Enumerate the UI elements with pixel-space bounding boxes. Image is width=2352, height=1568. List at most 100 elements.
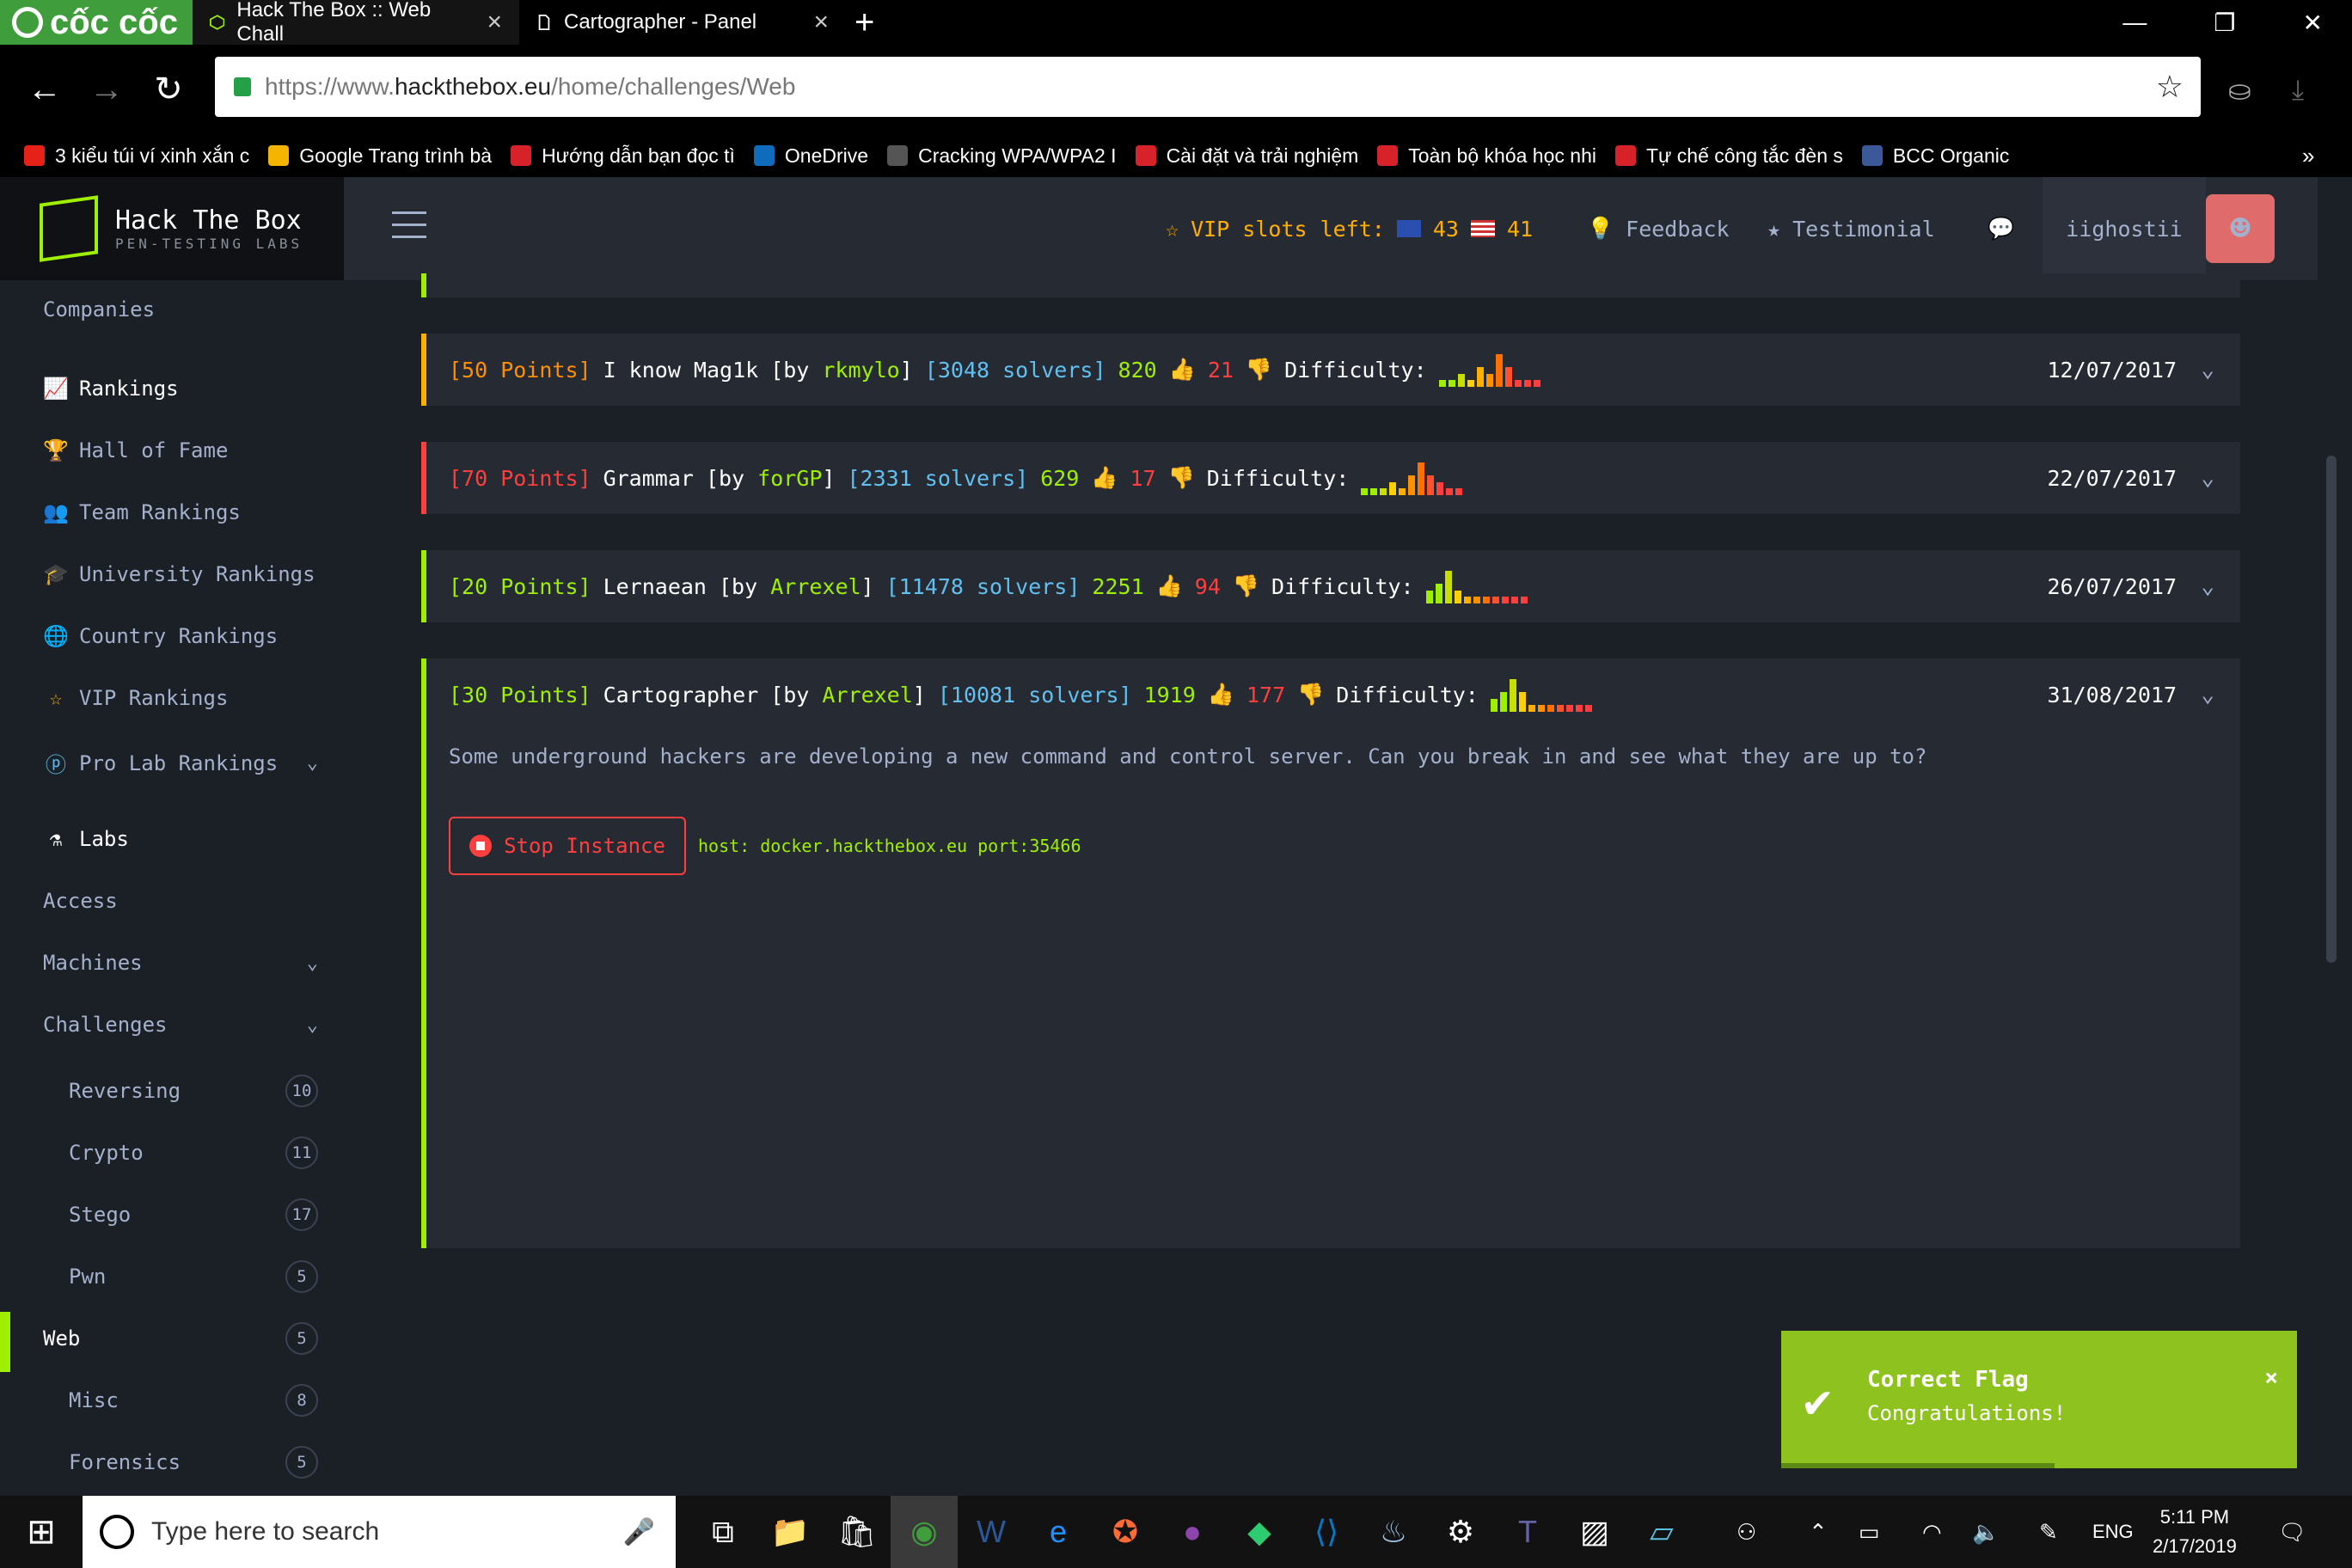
battery-icon[interactable]: ▭ <box>1859 1496 1880 1568</box>
thumbs-down-icon[interactable]: 👎 <box>1233 573 1259 599</box>
steam-icon[interactable]: ♨ <box>1360 1496 1427 1568</box>
challenge-author[interactable]: Arrexel <box>770 574 861 599</box>
avatar[interactable]: ☻ <box>2206 194 2275 263</box>
incognito-icon[interactable]: ⛀ <box>2228 74 2251 107</box>
thumbs-up-icon[interactable]: 👍 <box>1156 573 1183 599</box>
testimonial-link[interactable]: ★ Testimonial <box>1767 177 1935 280</box>
chevron-up-icon[interactable]: ⌃ <box>1809 1496 1828 1568</box>
sidebar-item-reversing[interactable]: Reversing 10 <box>69 1075 318 1107</box>
thumbs-down-icon[interactable]: 👎 <box>1246 357 1272 383</box>
sidebar-item-challenges[interactable]: Challenges ⌄ <box>43 1013 318 1037</box>
challenge-card[interactable]: [70 Points] Grammar [by forGP] [2331 sol… <box>421 442 2240 514</box>
tab-cartographer[interactable]: Cartographer - Panel × <box>519 0 846 45</box>
minimize-icon[interactable]: — <box>2122 9 2147 37</box>
htb-logo[interactable]: Hack The Box PEN-TESTING LABS <box>0 177 344 280</box>
bookmark-item[interactable]: Toàn bộ khóa học nhi <box>1377 144 1596 168</box>
bookmark-item[interactable]: Cracking WPA/WPA2 I <box>887 144 1117 168</box>
challenge-card[interactable]: [50 Points] I know Mag1k [by rkmylo] [30… <box>421 334 2240 406</box>
close-window-icon[interactable]: ✕ <box>2303 9 2323 37</box>
url-field[interactable]: https://www.hackthebox.eu/home/challenge… <box>215 57 2201 117</box>
close-icon[interactable]: × <box>2264 1365 2278 1391</box>
windows-start-icon[interactable]: ⊞ <box>0 1512 83 1552</box>
thumbs-down-icon[interactable]: 👎 <box>1168 465 1195 491</box>
close-tab-icon[interactable]: × <box>813 8 829 37</box>
notifications-icon[interactable]: 🗨 <box>2278 1496 2306 1568</box>
bookmark-item[interactable]: 3 kiểu túi ví xinh xắn c <box>24 144 249 168</box>
task-view-icon[interactable]: ⧉ <box>689 1496 756 1568</box>
bookmark-item[interactable]: Google Trang trình bà <box>268 144 492 168</box>
settings-gear-icon[interactable]: ⚙ <box>1427 1496 1494 1568</box>
restore-icon[interactable]: ❐ <box>2214 9 2235 37</box>
people-icon[interactable]: ⚇ <box>1736 1496 1756 1568</box>
stop-instance-button[interactable]: Stop Instance <box>449 817 686 875</box>
sidebar-item-forensics[interactable]: Forensics 5 <box>69 1446 318 1479</box>
tab-hack-the-box[interactable]: Hack The Box :: Web Chall × <box>193 0 519 46</box>
thumbs-up-icon[interactable]: 👍 <box>1208 682 1234 707</box>
chevron-down-icon[interactable]: ⌄ <box>2201 442 2214 514</box>
photos-icon[interactable]: ▨ <box>1561 1496 1628 1568</box>
store-icon[interactable]: 🛍 <box>824 1496 891 1568</box>
close-tab-icon[interactable]: × <box>487 8 502 37</box>
download-icon[interactable]: ⤓ <box>2292 74 2304 107</box>
vscode-icon[interactable]: ⟨⟩ <box>1293 1496 1360 1568</box>
challenge-card[interactable]: [20 Points] Lernaean [by Arrexel] [11478… <box>421 550 2240 622</box>
wifi-icon[interactable]: ◠ <box>1922 1496 1942 1568</box>
chevron-down-icon[interactable]: ⌄ <box>2201 658 2214 731</box>
hamburger-menu-icon[interactable] <box>392 211 426 248</box>
language-indicator[interactable]: ENG <box>2092 1496 2134 1568</box>
sidebar-item-machines[interactable]: Machines ⌄ <box>43 951 318 975</box>
user-menu[interactable]: iighostii <box>2043 177 2206 280</box>
chat-icon[interactable]: 💬 <box>1988 177 2014 280</box>
challenge-card-expanded[interactable]: [30 Points] Cartographer [by Arrexel] [1… <box>421 658 2240 1248</box>
sidebar-item-companies[interactable]: Companies <box>43 297 318 322</box>
challenge-author[interactable]: forGP <box>757 466 822 491</box>
git-icon[interactable]: ◆ <box>1226 1496 1293 1568</box>
sidebar-item-pwn[interactable]: Pwn 5 <box>69 1260 318 1293</box>
word-icon[interactable]: W <box>958 1496 1025 1568</box>
sidebar-item-misc[interactable]: Misc 8 <box>69 1384 318 1417</box>
challenge-author[interactable]: rkmylo <box>822 358 899 383</box>
bookmark-item[interactable]: Cài đặt và trải nghiệm <box>1135 144 1358 168</box>
chevron-down-icon[interactable]: ⌄ <box>2201 334 2214 406</box>
thumbs-up-icon[interactable]: 👍 <box>1091 465 1118 491</box>
taskbar-search[interactable]: Type here to search 🎤 <box>83 1496 676 1568</box>
back-arrow-icon[interactable]: ← <box>14 70 76 109</box>
feedback-link[interactable]: 💡 Feedback <box>1587 177 1730 280</box>
sidebar-item-access[interactable]: Access <box>43 889 318 913</box>
forward-arrow-icon[interactable]: → <box>76 70 138 109</box>
sidebar-item-hall-of-fame[interactable]: 🏆 Hall of Fame <box>43 438 318 462</box>
sidebar-item-vip-rankings[interactable]: ☆ VIP Rankings <box>43 686 318 710</box>
bookmark-item[interactable]: Hướng dẫn bạn đọc tì <box>511 144 735 168</box>
sidebar-item-pro-lab-rankings[interactable]: ⓟ Pro Lab Rankings ⌄ <box>43 748 318 778</box>
chevron-down-icon[interactable]: ⌄ <box>2201 550 2214 622</box>
compass-icon[interactable]: ✪ <box>1092 1496 1159 1568</box>
sidebar-item-university-rankings[interactable]: 🎓 University Rankings <box>43 562 318 586</box>
challenge-author[interactable]: Arrexel <box>822 683 912 707</box>
reload-icon[interactable]: ↻ <box>138 70 199 109</box>
bookmark-star-icon[interactable]: ☆ <box>2156 69 2184 105</box>
system-clock[interactable]: 5:11 PM 2/17/2019 <box>2153 1496 2237 1568</box>
sidebar-item-stego[interactable]: Stego 17 <box>69 1198 318 1231</box>
scrollbar[interactable] <box>2326 456 2337 963</box>
bookmark-item[interactable]: BCC Organic <box>1861 144 2009 168</box>
edge-icon[interactable]: e <box>1025 1496 1092 1568</box>
sidebar-item-team-rankings[interactable]: 👥 Team Rankings <box>43 500 318 524</box>
thumbs-up-icon[interactable]: 👍 <box>1169 357 1196 383</box>
sidebar-item-web[interactable]: Web 5 <box>43 1322 318 1355</box>
volume-icon[interactable]: 🔈 <box>1972 1496 2000 1568</box>
sidebar-item-crypto[interactable]: Crypto 11 <box>69 1136 318 1169</box>
browser-brand[interactable]: cốc cốc <box>0 0 193 45</box>
bookmark-item[interactable]: Tự chế công tắc đèn s <box>1614 144 1843 168</box>
coccoc-browser-icon[interactable]: ◉ <box>891 1496 958 1568</box>
more-bookmarks-icon[interactable]: » <box>2302 143 2314 169</box>
sidebar-item-country-rankings[interactable]: 🌐 Country Rankings <box>43 624 318 648</box>
pen-icon[interactable]: ✎ <box>2039 1496 2058 1568</box>
notes-icon[interactable]: ▱ <box>1628 1496 1695 1568</box>
teams-icon[interactable]: T <box>1494 1496 1561 1568</box>
file-explorer-icon[interactable]: 📁 <box>756 1496 824 1568</box>
thumbs-down-icon[interactable]: 👎 <box>1297 682 1324 707</box>
new-tab-icon[interactable]: + <box>854 3 874 42</box>
bookmark-item[interactable]: OneDrive <box>753 144 868 168</box>
github-icon[interactable]: ● <box>1159 1496 1226 1568</box>
microphone-icon[interactable]: 🎤 <box>623 1517 655 1547</box>
